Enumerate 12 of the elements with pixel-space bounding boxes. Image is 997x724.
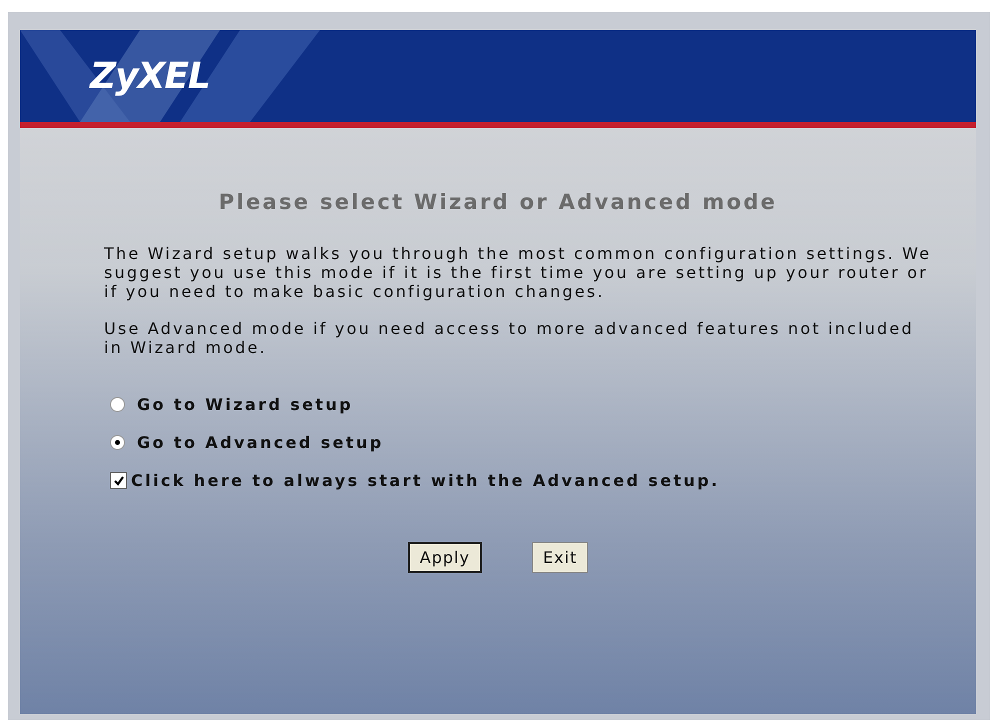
description-text: Use Advanced mode if you need access to more advanced features not included in Wizard mode. xyxy=(104,319,915,357)
radio-button[interactable] xyxy=(110,397,125,412)
radio-button[interactable] xyxy=(110,435,125,450)
action-button[interactable]: Exit xyxy=(532,542,588,573)
radio-label: Go to Advanced setup xyxy=(137,433,384,452)
description-text: The Wizard setup walks you through the most common configuration settings. We suggest you use this mode if it is the first time you are setting up your router or if you need to make basic configuration changes. xyxy=(104,244,932,301)
zyxel-logo: ZyXEL xyxy=(90,56,210,96)
radio-label: Go to Wizard setup xyxy=(137,395,354,414)
checkbox-label: Click here to always start with the Advanced setup. xyxy=(131,471,720,490)
page-title: Please select Wizard or Advanced mode xyxy=(218,190,778,214)
action-button[interactable]: Apply xyxy=(408,542,482,573)
checkbox[interactable] xyxy=(110,472,127,489)
